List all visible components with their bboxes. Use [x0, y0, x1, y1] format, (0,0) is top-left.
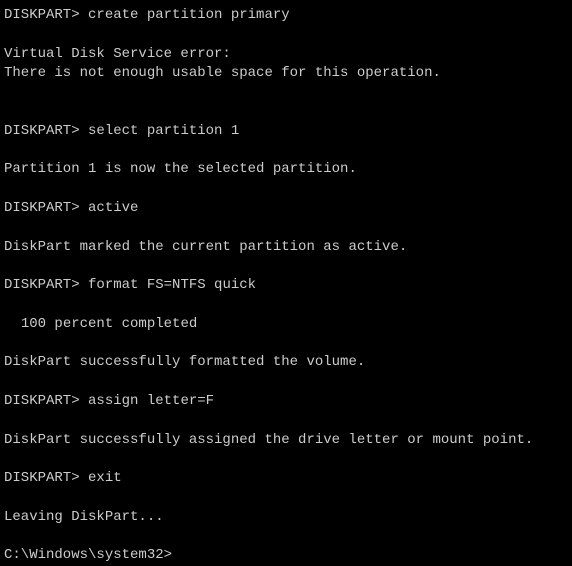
- command-text: exit: [80, 470, 122, 486]
- terminal-line: DISKPART> create partition primary: [4, 6, 568, 26]
- command-text: active: [80, 200, 139, 216]
- terminal-line: DISKPART> assign letter=F: [4, 392, 568, 412]
- prompt: DISKPART>: [4, 470, 80, 486]
- terminal-line: [4, 84, 568, 103]
- prompt: DISKPART>: [4, 123, 80, 139]
- terminal-line: DISKPART> select partition 1: [4, 122, 568, 142]
- prompt: DISKPART>: [4, 7, 80, 23]
- command-text: assign letter=F: [80, 393, 214, 409]
- terminal-line: Virtual Disk Service error:: [4, 45, 568, 65]
- terminal-line: [4, 527, 568, 546]
- terminal-line: [4, 450, 568, 469]
- prompt: DISKPART>: [4, 200, 80, 216]
- terminal-line: DISKPART> active: [4, 199, 568, 219]
- terminal-line: Partition 1 is now the selected partitio…: [4, 160, 568, 180]
- prompt: DISKPART>: [4, 277, 80, 293]
- output-text: Virtual Disk Service error:: [4, 46, 231, 62]
- terminal-line: [4, 489, 568, 508]
- output-text: Leaving DiskPart...: [4, 509, 164, 525]
- terminal-line: [4, 412, 568, 431]
- terminal-line: [4, 103, 568, 122]
- terminal-line: Leaving DiskPart...: [4, 508, 568, 528]
- terminal-line: [4, 26, 568, 45]
- terminal-line: [4, 373, 568, 392]
- terminal-line: DISKPART> format FS=NTFS quick: [4, 276, 568, 296]
- terminal-line: DiskPart marked the current partition as…: [4, 238, 568, 258]
- terminal-line: [4, 180, 568, 199]
- output-text: DiskPart successfully formatted the volu…: [4, 354, 365, 370]
- terminal-line: There is not enough usable space for thi…: [4, 64, 568, 84]
- terminal-line: 100 percent completed: [4, 315, 568, 335]
- terminal-output[interactable]: DISKPART> create partition primary Virtua…: [4, 6, 568, 566]
- terminal-line: [4, 141, 568, 160]
- command-text: format FS=NTFS quick: [80, 277, 256, 293]
- terminal-line: DISKPART> exit: [4, 469, 568, 489]
- output-text: There is not enough usable space for thi…: [4, 65, 441, 81]
- prompt: DISKPART>: [4, 393, 80, 409]
- output-text: 100 percent completed: [4, 316, 197, 332]
- prompt: C:\Windows\system32>: [4, 547, 172, 563]
- command-text: select partition 1: [80, 123, 240, 139]
- command-text: create partition primary: [80, 7, 290, 23]
- terminal-line: [4, 334, 568, 353]
- output-text: DiskPart marked the current partition as…: [4, 239, 407, 255]
- terminal-line: DiskPart successfully assigned the drive…: [4, 431, 568, 451]
- terminal-line: [4, 257, 568, 276]
- output-text: DiskPart successfully assigned the drive…: [4, 432, 533, 448]
- terminal-line: [4, 296, 568, 315]
- output-text: Partition 1 is now the selected partitio…: [4, 161, 357, 177]
- terminal-line: C:\Windows\system32>: [4, 546, 568, 566]
- terminal-line: [4, 219, 568, 238]
- terminal-line: DiskPart successfully formatted the volu…: [4, 353, 568, 373]
